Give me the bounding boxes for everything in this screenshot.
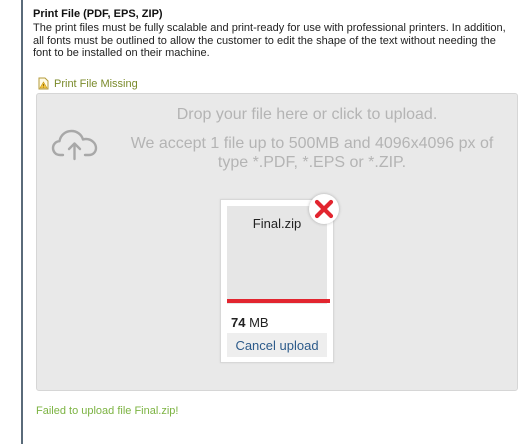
file-preview-card: Final.zip 74 MB Cancel upload	[220, 199, 334, 363]
print-file-missing-label: Print File Missing	[54, 77, 138, 90]
upload-error-message: Failed to upload file Final.zip!	[36, 405, 179, 417]
upload-progress-fill	[227, 299, 330, 303]
page: Print File (PDF, EPS, ZIP) The print fil…	[0, 0, 527, 444]
left-divider	[21, 0, 23, 444]
dropzone-constraints: We accept 1 file up to 500MB and 4096x40…	[130, 135, 494, 171]
print-file-section: Print File (PDF, EPS, ZIP) The print fil…	[33, 8, 518, 60]
upload-progress-bar	[227, 299, 330, 303]
section-title: Print File (PDF, EPS, ZIP)	[33, 8, 163, 20]
file-size-value: 74	[231, 315, 246, 330]
cancel-upload-button[interactable]: Cancel upload	[227, 333, 327, 357]
remove-file-button[interactable]	[309, 194, 339, 224]
cloud-upload-icon	[51, 127, 99, 161]
print-file-missing-status: Print File Missing	[37, 77, 138, 90]
file-size-unit: MB	[249, 315, 269, 330]
section-description: The print files must be fully scalable a…	[33, 22, 506, 59]
file-dropzone[interactable]: Drop your file here or click to upload. …	[36, 93, 518, 391]
warning-file-icon	[37, 77, 50, 90]
dropzone-instruction: Drop your file here or click to upload.	[176, 106, 438, 123]
file-size: 74 MB	[231, 315, 269, 330]
